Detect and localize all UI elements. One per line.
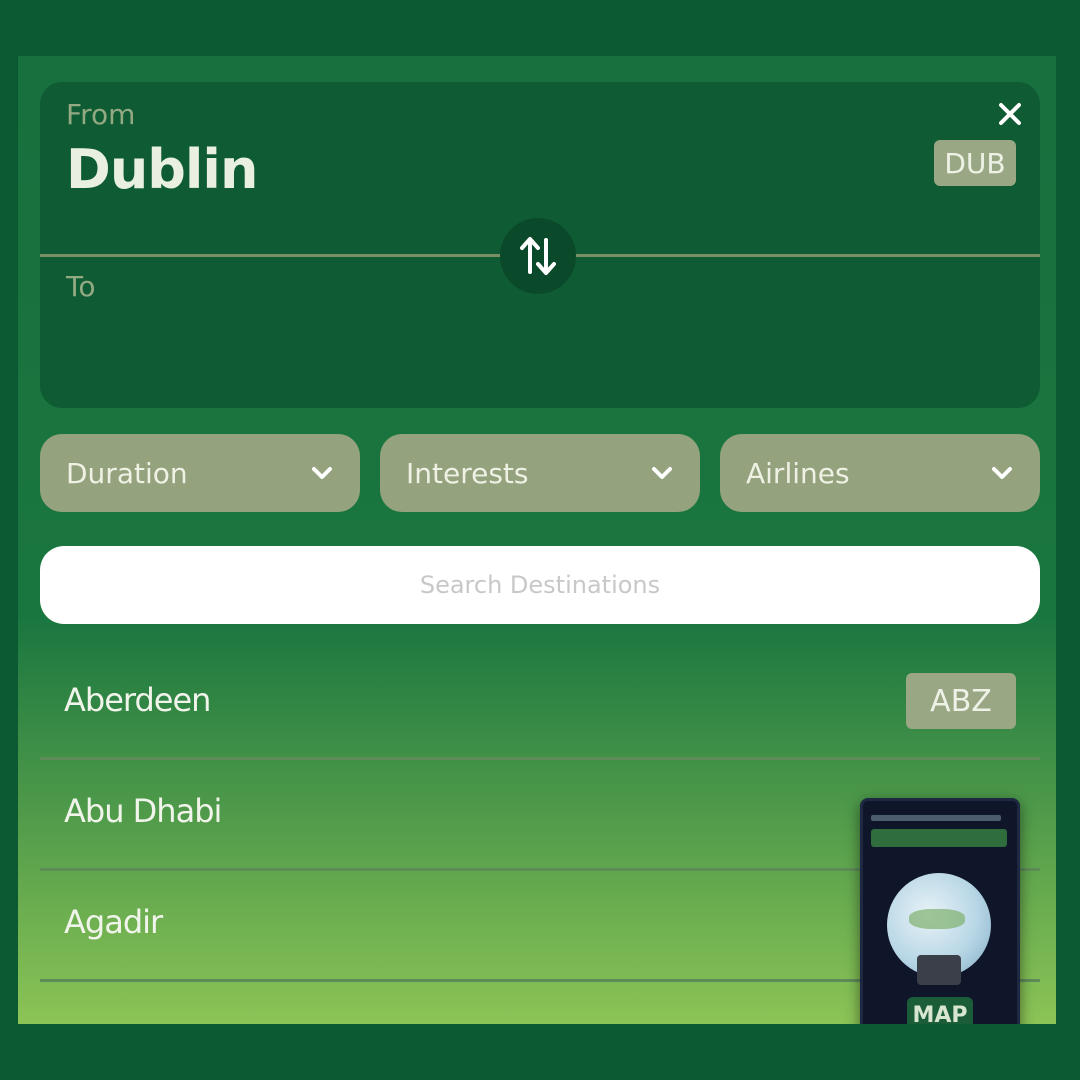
- chevron-down-icon: [650, 465, 674, 481]
- duration-filter[interactable]: Duration: [40, 434, 360, 512]
- route-card: From Dublin DUB To: [40, 82, 1040, 408]
- airlines-filter-label: Airlines: [746, 456, 850, 490]
- list-item[interactable]: Aberdeen ABZ: [40, 649, 1040, 760]
- from-label: From: [66, 98, 136, 131]
- search-input[interactable]: [40, 570, 1040, 600]
- filter-bar: Duration Interests Airlines: [40, 434, 1040, 512]
- chevron-down-icon: [310, 465, 334, 481]
- from-airport-code: DUB: [934, 140, 1016, 186]
- destination-code: ABZ: [906, 673, 1016, 729]
- suitcase-icon: [917, 955, 961, 985]
- map-button[interactable]: MAP: [907, 997, 973, 1024]
- destination-name: Abu Dhabi: [64, 792, 222, 830]
- destination-name: Aberdeen: [64, 681, 211, 719]
- interests-filter[interactable]: Interests: [380, 434, 700, 512]
- app-screen: From Dublin DUB To Duration Interests Ai…: [18, 56, 1056, 1024]
- close-button[interactable]: [990, 94, 1030, 134]
- phone-topbar: [871, 815, 1001, 821]
- from-city[interactable]: Dublin: [66, 138, 258, 201]
- search-bar: [40, 546, 1040, 624]
- to-field[interactable]: To: [66, 270, 95, 303]
- airlines-filter[interactable]: Airlines: [720, 434, 1040, 512]
- destination-name: Agadir: [64, 903, 163, 941]
- swap-icon: [520, 237, 556, 275]
- duration-filter-label: Duration: [66, 456, 188, 490]
- phone-searchbar: [871, 829, 1007, 847]
- interests-filter-label: Interests: [406, 456, 529, 490]
- close-icon: [999, 103, 1021, 125]
- chevron-down-icon: [990, 465, 1014, 481]
- map-preview-phone[interactable]: MAP: [860, 798, 1020, 1024]
- swap-button[interactable]: [500, 218, 576, 294]
